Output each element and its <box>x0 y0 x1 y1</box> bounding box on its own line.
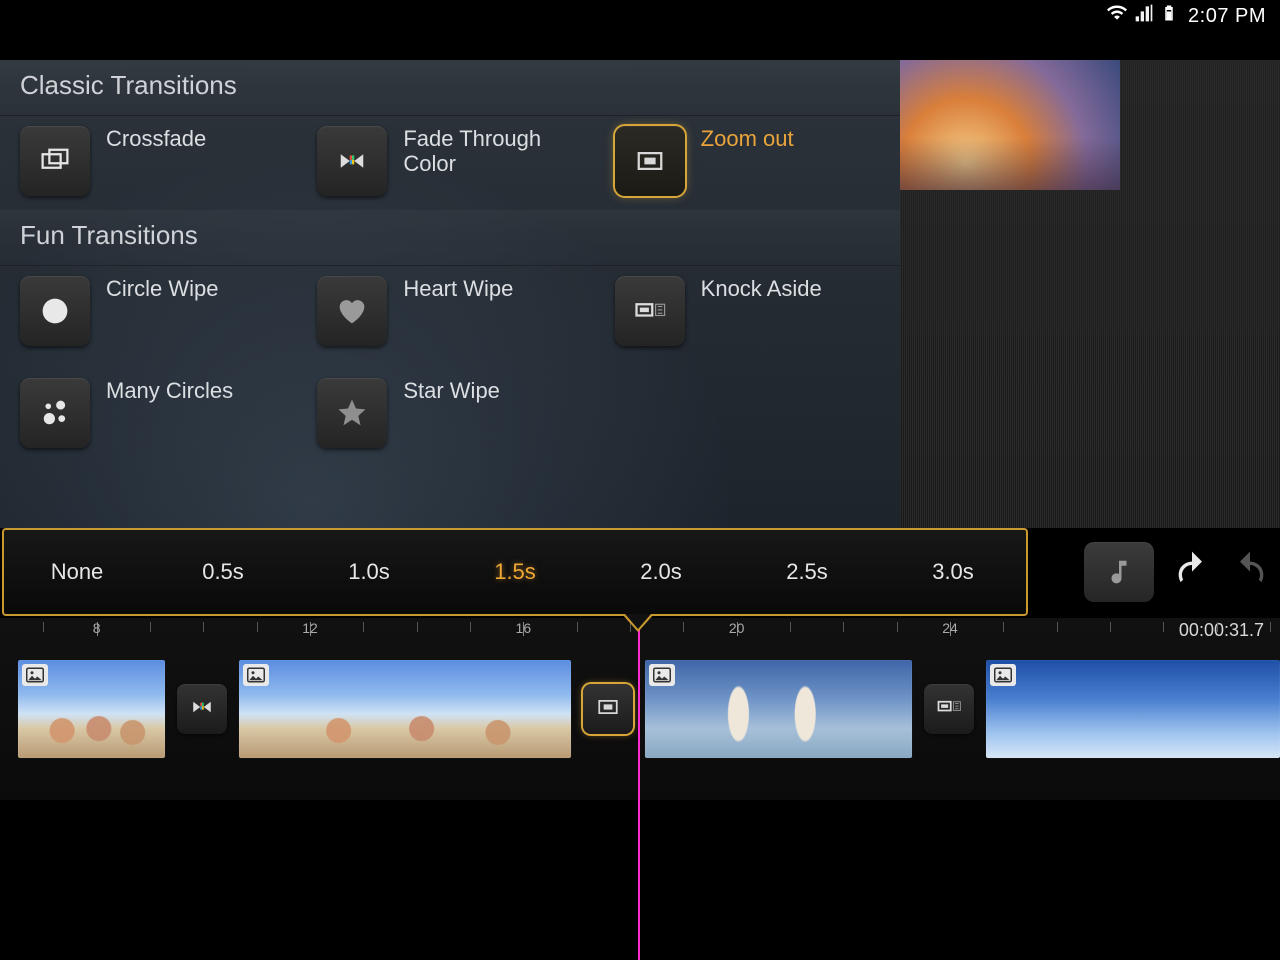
ruler-tick <box>257 622 258 632</box>
transition-label: Star Wipe <box>403 378 500 403</box>
transition-label: Knock Aside <box>701 276 822 301</box>
transition-fade-color[interactable]: Fade Through Color <box>301 122 598 200</box>
duration-option[interactable]: 1.0s <box>296 559 442 585</box>
crossfade-icon <box>20 126 90 196</box>
knock-aside-icon <box>935 693 963 726</box>
redo-button[interactable] <box>1230 550 1270 595</box>
duration-option[interactable]: 2.5s <box>734 559 880 585</box>
playhead[interactable] <box>638 618 640 960</box>
timeline-clip[interactable] <box>239 660 571 758</box>
image-badge-icon <box>990 664 1016 686</box>
transition-circle[interactable]: Circle Wipe <box>4 272 301 350</box>
ruler-tick <box>790 622 791 632</box>
duration-option[interactable]: 0.5s <box>150 559 296 585</box>
clock-text: 2:07 PM <box>1188 5 1266 28</box>
circle-icon <box>20 276 90 346</box>
ruler-tick <box>470 622 471 632</box>
transition-crossfade[interactable]: Crossfade <box>4 122 301 200</box>
transition-group-header: Fun Transitions <box>0 210 900 266</box>
zoom-out-icon <box>594 693 622 726</box>
transition-label: Circle Wipe <box>106 276 218 301</box>
video-track[interactable] <box>0 654 1280 764</box>
duration-option[interactable]: 1.5s <box>442 559 588 585</box>
heart-icon <box>317 276 387 346</box>
ruler-tick <box>577 622 578 632</box>
zoom-out-icon <box>615 126 685 196</box>
duration-option[interactable]: 3.0s <box>880 559 1026 585</box>
ruler-tick <box>1057 622 1058 632</box>
ruler-label: 8 <box>93 620 101 636</box>
timeline-transition[interactable] <box>177 684 227 734</box>
status-bar: 2:07 PM <box>0 0 1280 32</box>
transition-heart[interactable]: Heart Wipe <box>301 272 598 350</box>
undo-button[interactable] <box>1172 550 1212 595</box>
ruler-tick <box>150 622 151 632</box>
ruler-tick <box>203 622 204 632</box>
ruler-tick <box>1003 622 1004 632</box>
transition-label: Crossfade <box>106 126 206 151</box>
star-icon <box>317 378 387 448</box>
image-badge-icon <box>649 664 675 686</box>
duration-pointer-icon <box>622 614 654 632</box>
preview-column <box>900 60 1280 528</box>
knock-aside-icon <box>615 276 685 346</box>
timeline-transition[interactable] <box>583 684 633 734</box>
ruler-label: 24 <box>942 620 958 636</box>
ruler-tick <box>683 622 684 632</box>
timeline-clip[interactable] <box>986 660 1280 758</box>
music-button[interactable] <box>1084 542 1154 602</box>
fade-color-icon <box>317 126 387 196</box>
transition-label: Zoom out <box>701 126 794 151</box>
battery-icon <box>1160 3 1178 29</box>
transition-group-header: Classic Transitions <box>0 60 900 116</box>
ruler-tick <box>363 622 364 632</box>
ruler-label: 12 <box>302 620 318 636</box>
ruler-tick <box>1110 622 1111 632</box>
image-badge-icon <box>243 664 269 686</box>
ruler-label: 20 <box>729 620 745 636</box>
fade-color-icon <box>188 693 216 726</box>
ruler-tick <box>417 622 418 632</box>
transition-many-circles[interactable]: Many Circles <box>4 374 301 452</box>
timeline[interactable]: 00:00:31.7 8 12 16 20 24 <box>0 618 1280 800</box>
ruler-tick <box>843 622 844 632</box>
wifi-icon <box>1106 3 1128 29</box>
ruler-tick <box>1163 622 1164 632</box>
cellular-icon <box>1134 3 1154 29</box>
transition-label: Many Circles <box>106 378 233 403</box>
transition-zoom-out[interactable]: Zoom out <box>599 122 896 200</box>
duration-picker: None0.5s1.0s1.5s2.0s2.5s3.0s <box>2 528 1028 616</box>
transition-label: Heart Wipe <box>403 276 513 301</box>
timeline-clip[interactable] <box>18 660 165 758</box>
many-circles-icon <box>20 378 90 448</box>
image-badge-icon <box>22 664 48 686</box>
ruler-tick <box>897 622 898 632</box>
timeline-transition[interactable] <box>924 684 974 734</box>
preview-thumbnail[interactable] <box>900 60 1120 190</box>
ruler-tick <box>43 622 44 632</box>
duration-option[interactable]: 2.0s <box>588 559 734 585</box>
transition-label: Fade Through Color <box>403 126 573 177</box>
transition-knock-aside[interactable]: Knock Aside <box>599 272 896 350</box>
ruler-label: 16 <box>516 620 532 636</box>
duration-option[interactable]: None <box>4 559 150 585</box>
timecode-display: 00:00:31.7 <box>1179 620 1264 641</box>
ruler-tick <box>1217 622 1218 632</box>
transitions-panel: Classic Transitions Crossfade Fade Through… <box>0 60 900 528</box>
timeline-clip[interactable] <box>645 660 912 758</box>
transition-star[interactable]: Star Wipe <box>301 374 598 452</box>
ruler-tick <box>1270 622 1271 632</box>
